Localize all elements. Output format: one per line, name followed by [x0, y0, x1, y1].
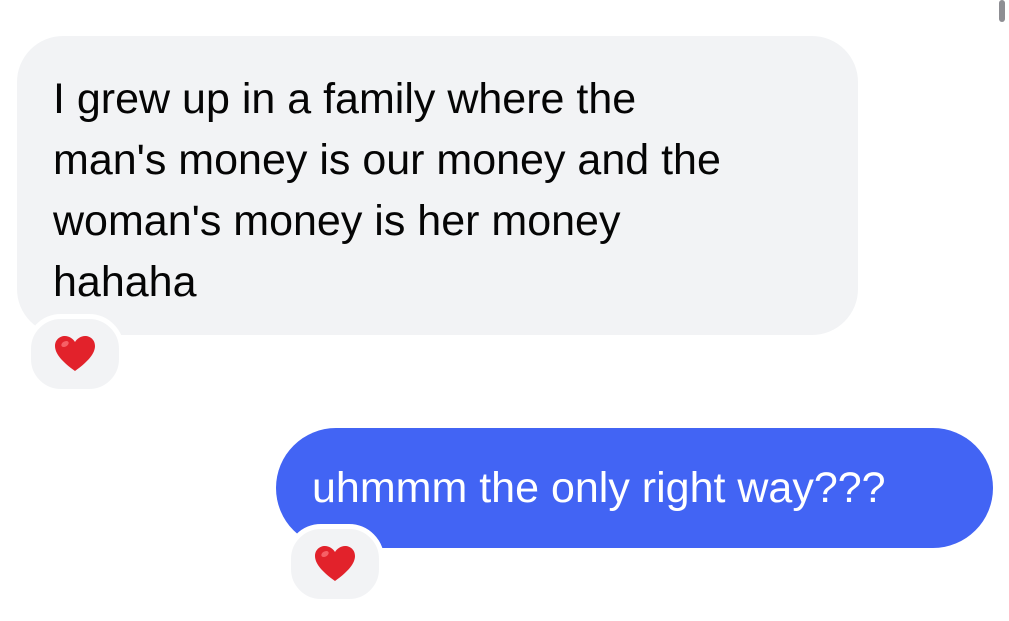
message-reaction[interactable]: [286, 524, 384, 604]
message-reaction[interactable]: [26, 314, 124, 394]
scrollbar[interactable]: [999, 0, 1005, 22]
incoming-message-bubble[interactable]: I grew up in a family where the man's mo…: [17, 36, 858, 335]
outgoing-message-bubble[interactable]: uhmmm the only right way???: [276, 428, 993, 548]
heart-icon: [55, 336, 95, 372]
outgoing-message-text: uhmmm the only right way???: [312, 463, 886, 512]
incoming-message-text: I grew up in a family where the man's mo…: [53, 75, 721, 306]
heart-icon: [315, 546, 355, 582]
